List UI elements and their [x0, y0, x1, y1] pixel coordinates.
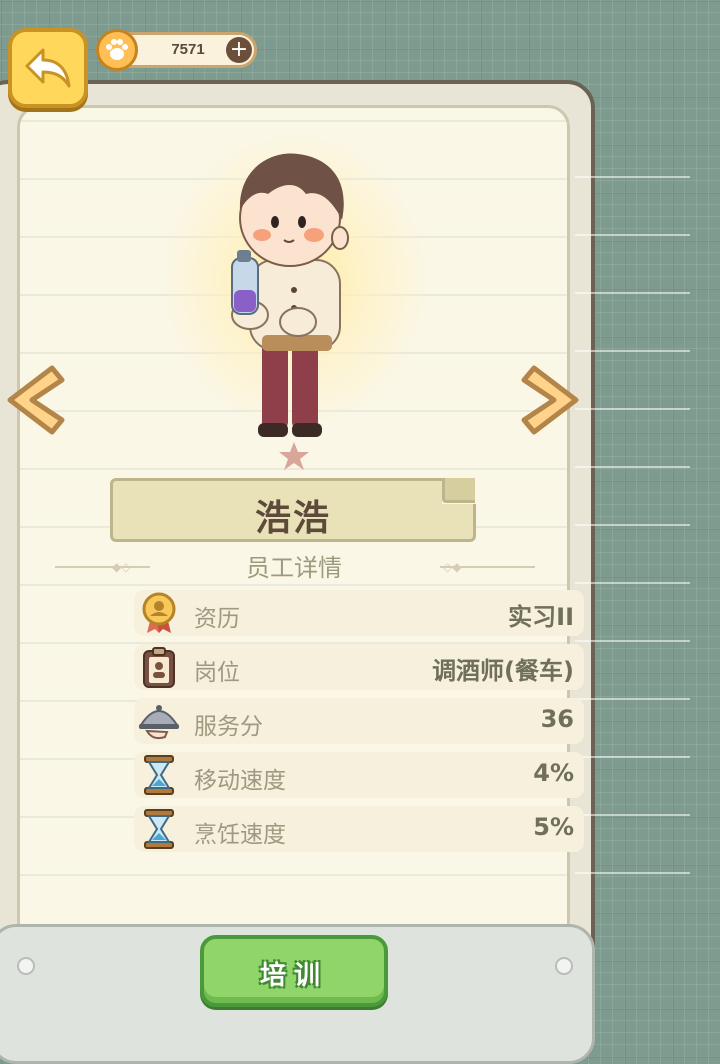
- rivet: [17, 957, 35, 975]
- hourglass-icon: [144, 755, 174, 795]
- back-button[interactable]: [8, 28, 88, 108]
- stat-row-service-score: 服务分 36: [134, 698, 584, 744]
- stat-row-seniority: 资历 实习II: [134, 590, 584, 636]
- employee-name-plate: 浩浩: [110, 478, 476, 542]
- clipboard-icon: [143, 647, 175, 688]
- stat-label: 资历: [194, 606, 240, 632]
- serving-cloche-icon: [139, 705, 179, 740]
- add-currency-button[interactable]: +: [226, 37, 252, 63]
- stat-row-cook-speed: 烹饪速度 5%: [134, 806, 584, 852]
- stat-value: 调酒师(餐车): [432, 657, 574, 685]
- stat-label: 烹饪速度: [194, 822, 286, 848]
- star-rating-icon: [279, 442, 309, 470]
- stat-row-position: 岗位 调酒师(餐车): [134, 644, 584, 690]
- employee-name: 浩浩: [254, 498, 331, 539]
- stats-list: 资历 实习II 岗位 调酒师(餐车) 服务分 36 移动速度 4% 烹饪速度 5…: [134, 590, 584, 860]
- stat-value: 4%: [533, 759, 574, 787]
- stat-value: 36: [540, 705, 574, 733]
- hourglass-icon: [144, 809, 174, 849]
- employee-portrait: [231, 153, 349, 437]
- stat-label: 岗位: [194, 660, 240, 686]
- currency-counter: 7571 +: [96, 29, 257, 71]
- currency-amount: 7571: [171, 41, 205, 58]
- details-title: 员工详情: [246, 554, 342, 582]
- stat-value: 实习II: [508, 603, 574, 631]
- stat-label: 移动速度: [194, 768, 286, 794]
- stat-label: 服务分: [194, 714, 263, 740]
- background-lines: [575, 176, 690, 930]
- paw-coin-icon: [96, 29, 138, 71]
- train-button-label: 培训: [259, 961, 328, 991]
- stat-row-move-speed: 移动速度 4%: [134, 752, 584, 798]
- next-employee-button[interactable]: [516, 362, 586, 440]
- medal-icon: [142, 592, 176, 633]
- rivet: [555, 957, 573, 975]
- train-button[interactable]: 培训: [200, 935, 388, 1007]
- previous-employee-button[interactable]: [0, 362, 70, 440]
- back-arrow-icon: [25, 48, 71, 88]
- stat-value: 5%: [533, 813, 574, 841]
